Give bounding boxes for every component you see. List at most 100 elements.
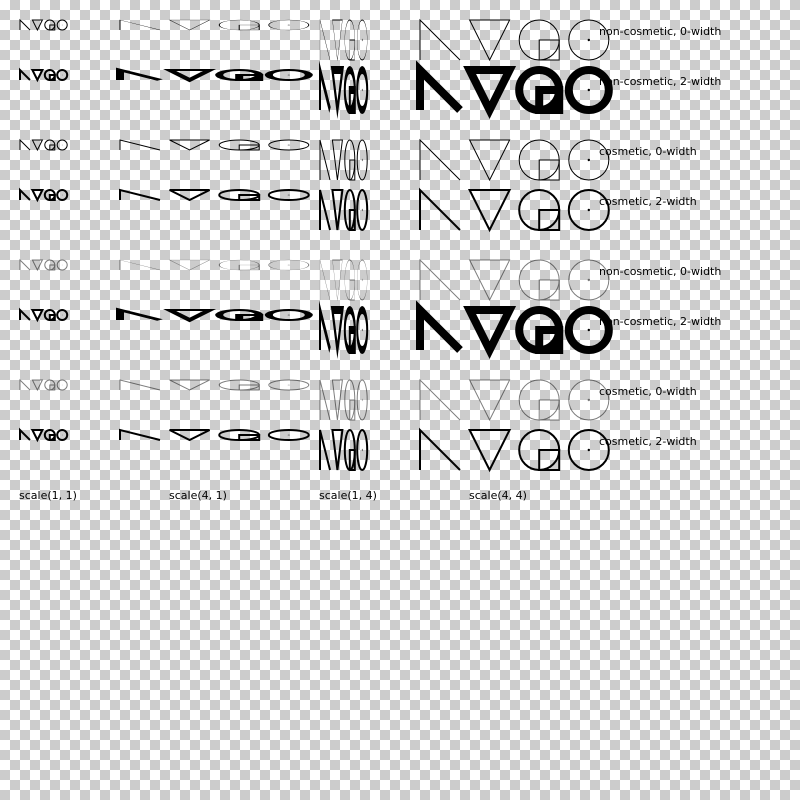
center-dot: [287, 434, 290, 436]
line-shape: [319, 300, 331, 353]
shape-group: [419, 18, 610, 62]
shape-group: [319, 60, 369, 119]
triangle-shape: [30, 309, 45, 323]
center-dot: [61, 74, 63, 76]
shape-group: [120, 380, 309, 390]
shape-group: [20, 140, 67, 150]
triangle-shape: [470, 190, 510, 230]
line-shape: [119, 259, 161, 271]
center-dot: [587, 398, 590, 402]
center-dot: [61, 24, 63, 26]
line-shape: [119, 19, 161, 31]
center-dot: [287, 194, 290, 196]
row-label: cosmetic, 2-width: [599, 435, 697, 448]
triangle-shape: [168, 259, 211, 271]
line-shape: [319, 60, 331, 113]
shape-group: [119, 259, 310, 271]
center-dot: [361, 398, 363, 402]
shape-group: [320, 190, 367, 230]
center-dot: [587, 328, 590, 332]
triangle-shape: [170, 190, 210, 200]
center-dot: [61, 264, 63, 266]
shapes-layer: [19, 18, 613, 470]
triangle-shape: [330, 306, 345, 359]
line-shape: [20, 190, 30, 200]
shape-group: [19, 307, 69, 323]
shape-group: [320, 140, 367, 180]
shape-group: [119, 19, 310, 31]
shape-group: [20, 430, 67, 440]
shape-group: [420, 140, 609, 180]
row-label: non-cosmetic, 2-width: [599, 75, 721, 88]
triangle-shape: [170, 430, 210, 440]
line-shape: [416, 300, 463, 353]
column-label: scale(4, 4): [469, 489, 527, 502]
triangle-shape: [32, 140, 42, 150]
shape-group: [319, 18, 368, 62]
triangle-shape: [332, 140, 342, 180]
shape-group: [416, 300, 613, 359]
triangle-shape: [30, 69, 45, 83]
row-label: cosmetic, 2-width: [599, 195, 697, 208]
line-shape: [120, 140, 160, 150]
square-shape: [235, 314, 264, 321]
pen-test-canvas: non-cosmetic, 0-width non-cosmetic, 2-wi…: [19, 18, 721, 502]
center-dot: [61, 194, 63, 196]
line-shape: [319, 258, 331, 301]
row-label: non-cosmetic, 0-width: [599, 265, 721, 278]
shape-group: [419, 258, 610, 302]
triangle-shape: [332, 190, 342, 230]
triangle-shape: [163, 309, 217, 323]
line-shape: [19, 307, 31, 321]
square-shape: [50, 195, 55, 200]
shape-group: [420, 380, 609, 420]
center-dot: [287, 384, 290, 386]
triangle-shape: [330, 66, 345, 119]
column-label: scale(1, 4): [319, 489, 377, 502]
line-shape: [320, 190, 330, 230]
shape-group: [19, 67, 69, 83]
shape-group: [319, 300, 369, 359]
line-shape: [320, 430, 330, 470]
line-shape: [19, 18, 31, 31]
line-shape: [420, 190, 460, 230]
line-shape: [416, 60, 463, 113]
line-shape: [20, 380, 30, 390]
line-shape: [420, 430, 460, 470]
line-shape: [420, 140, 460, 180]
triangle-shape: [332, 19, 343, 62]
triangle-shape: [470, 430, 510, 470]
line-shape: [420, 380, 460, 420]
shape-group: [19, 18, 68, 32]
line-shape: [319, 18, 331, 61]
square-shape: [348, 326, 356, 354]
square-shape: [48, 74, 56, 81]
center-dot: [361, 208, 363, 212]
line-shape: [320, 140, 330, 180]
square-shape: [535, 326, 564, 354]
square-shape: [348, 86, 356, 114]
shape-group: [20, 380, 67, 390]
triangle-shape: [163, 69, 217, 83]
line-shape: [419, 258, 461, 301]
line-shape: [20, 140, 30, 150]
center-dot: [287, 74, 290, 76]
center-dot: [587, 38, 590, 42]
center-dot: [361, 328, 363, 332]
row-label: cosmetic, 0-width: [599, 145, 697, 158]
shape-group: [320, 430, 367, 470]
shape-group: [120, 430, 309, 440]
square-shape: [235, 74, 264, 81]
center-dot: [287, 314, 290, 316]
center-dot: [361, 158, 363, 162]
line-shape: [419, 18, 461, 61]
triangle-shape: [32, 430, 42, 440]
shape-group: [120, 190, 309, 200]
triangle-shape: [463, 66, 517, 119]
shape-group: [120, 140, 309, 150]
center-dot: [361, 278, 363, 282]
row-label: cosmetic, 0-width: [599, 385, 697, 398]
shape-group: [116, 67, 313, 83]
shape-group: [20, 190, 67, 200]
center-dot: [587, 448, 590, 452]
